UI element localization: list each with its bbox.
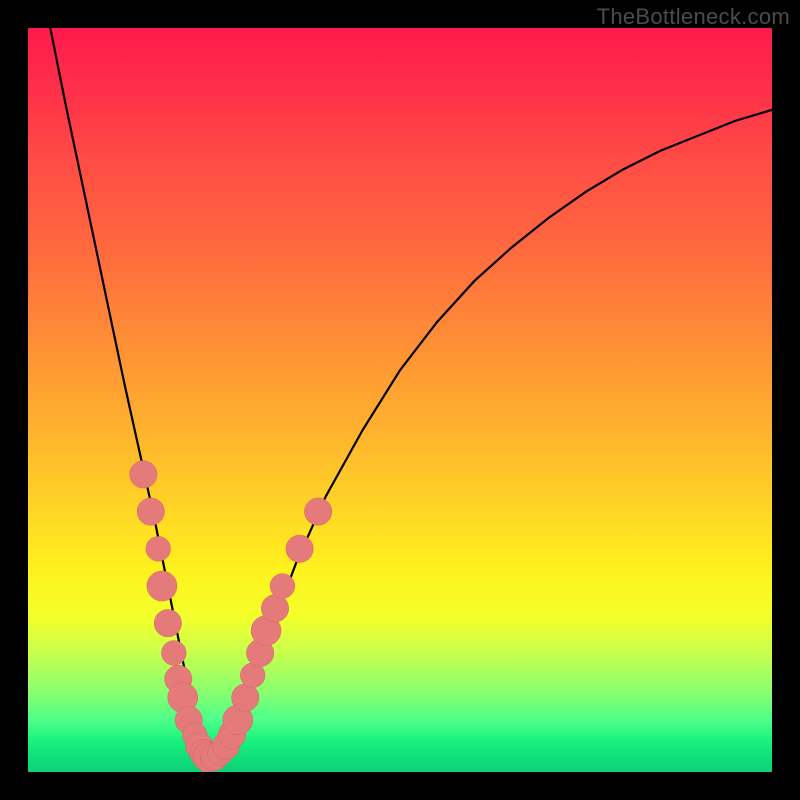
highlight-dot [130, 461, 157, 488]
highlight-dot [270, 574, 295, 599]
highlight-dot [161, 641, 186, 666]
plot-area [28, 28, 772, 772]
highlight-dot [304, 498, 331, 525]
highlight-dots [130, 461, 332, 772]
highlight-dot [286, 535, 313, 562]
highlight-dot [261, 595, 288, 622]
highlight-dot [154, 610, 181, 637]
highlight-dot [146, 536, 171, 561]
bottleneck-curve [50, 28, 772, 765]
highlight-dot [147, 571, 177, 601]
highlight-dot [137, 498, 164, 525]
highlight-dot [232, 684, 259, 711]
watermark-text: TheBottleneck.com [597, 4, 790, 30]
chart-frame: TheBottleneck.com [0, 0, 800, 800]
curve-layer [28, 28, 772, 772]
